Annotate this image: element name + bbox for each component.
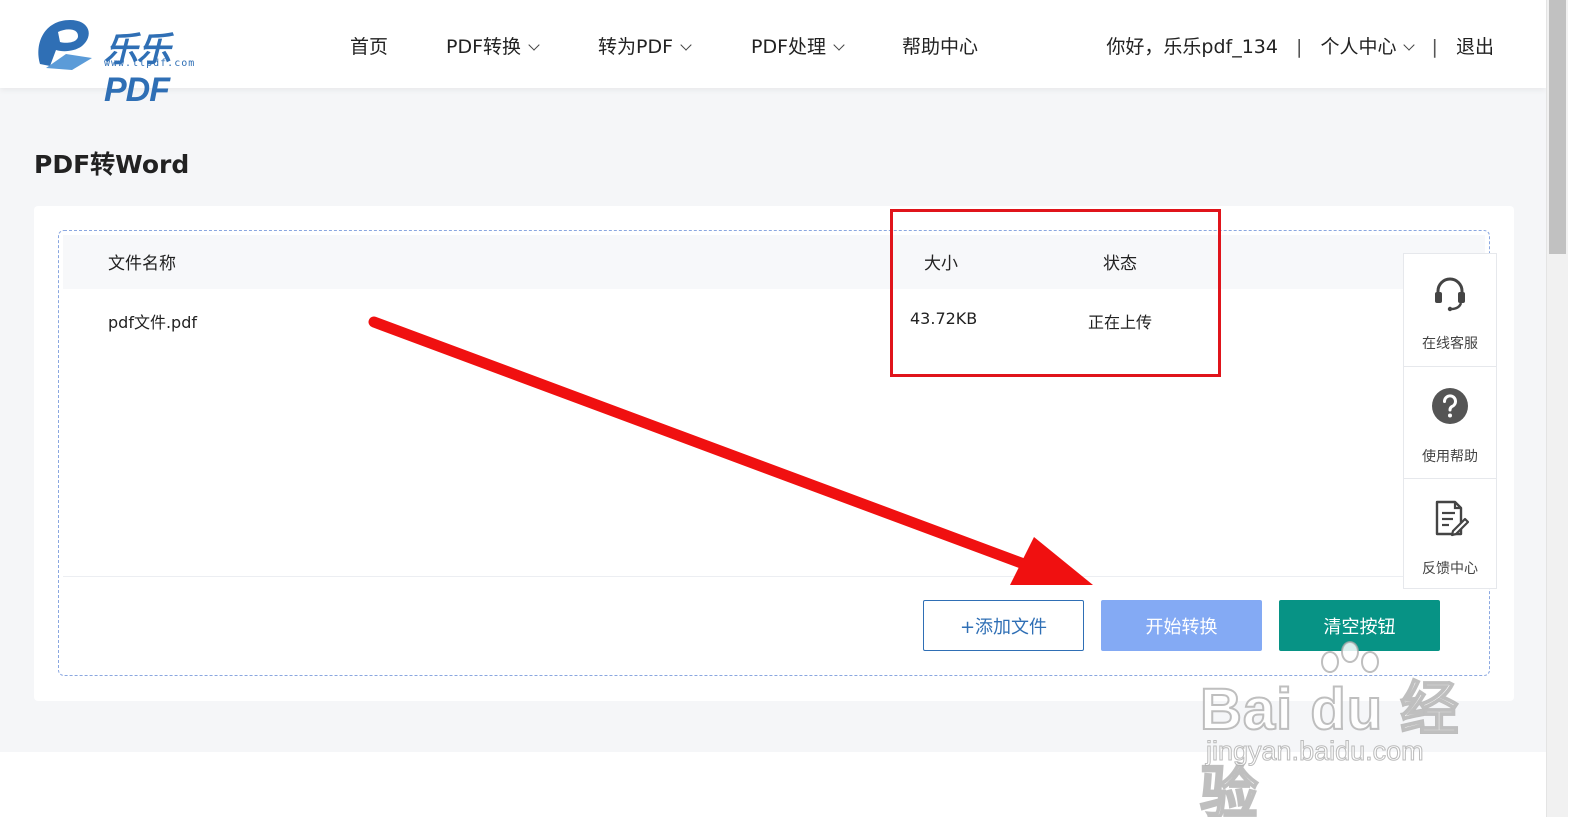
user-greeting[interactable]: 你好，乐乐pdf_134 [1106, 36, 1278, 58]
top-header: 乐乐PDF www.llpdf.com 首页 PDF转换 转为PDF PDF处理… [0, 0, 1546, 109]
online-service-label: 在线客服 [1422, 336, 1478, 352]
feedback-center-button[interactable]: 反馈中心 [1404, 478, 1496, 590]
nav-pdf-convert[interactable]: PDF转换 [446, 32, 540, 59]
usage-help-button[interactable]: 使用帮助 [1404, 366, 1496, 478]
separator: | [1431, 36, 1438, 58]
nav-help-center-label: 帮助中心 [902, 36, 979, 58]
nav-pdf-process-label: PDF处理 [751, 36, 827, 58]
highlight-box [890, 209, 1221, 377]
page-title: PDF转Word [34, 150, 190, 179]
separator: | [1296, 36, 1303, 58]
personal-center-label: 个人中心 [1320, 36, 1397, 58]
converter-card: 文件名称 大小 状态 pdf文件.pdf 43.72KB 正在上传 +添加文件 … [34, 206, 1514, 701]
logo-mark-icon [38, 20, 92, 70]
chevron-down-icon [680, 39, 692, 51]
logo[interactable]: 乐乐PDF www.llpdf.com [32, 14, 232, 109]
start-convert-button[interactable]: 开始转换 [1101, 600, 1262, 651]
scrollbar[interactable] [1546, 0, 1568, 817]
feedback-center-label: 反馈中心 [1422, 561, 1478, 577]
clear-button[interactable]: 清空按钮 [1279, 600, 1440, 651]
table-row: pdf文件.pdf 43.72KB 正在上传 [63, 289, 1485, 353]
feedback-edit-icon [1435, 500, 1469, 537]
online-service-button[interactable]: 在线客服 [1404, 254, 1496, 366]
headset-icon [1435, 277, 1465, 312]
nav-to-pdf-label: 转为PDF [598, 36, 674, 58]
divider [63, 576, 1485, 577]
drop-zone[interactable]: 文件名称 大小 状态 pdf文件.pdf 43.72KB 正在上传 +添加文件 … [58, 230, 1490, 676]
usage-help-label: 使用帮助 [1422, 449, 1478, 465]
nav-help-center[interactable]: 帮助中心 [902, 32, 978, 59]
chevron-down-icon [833, 39, 845, 51]
side-panel: 在线客服 使用帮助 反馈中心 [1403, 253, 1497, 589]
logout-link[interactable]: 退出 [1456, 36, 1494, 58]
chevron-down-icon [1403, 39, 1416, 51]
nav-pdf-process[interactable]: PDF处理 [751, 32, 845, 59]
nav-to-pdf[interactable]: 转为PDF [598, 32, 692, 59]
nav-pdf-convert-label: PDF转换 [446, 36, 522, 58]
user-area: 你好，乐乐pdf_134 | 个人中心 | 退出 [1106, 32, 1494, 59]
page-body: PDF转Word 文件名称 大小 状态 pdf文件.pdf 43.72KB 正在… [0, 88, 1546, 752]
table-header: 文件名称 大小 状态 [63, 235, 1485, 289]
file-name: pdf文件.pdf [108, 313, 197, 332]
add-file-button[interactable]: +添加文件 [923, 600, 1084, 651]
nav-home[interactable]: 首页 [350, 32, 388, 59]
chevron-down-icon [528, 39, 540, 51]
scrollbar-thumb[interactable] [1549, 0, 1566, 254]
nav-home-label: 首页 [350, 36, 389, 58]
column-header-name: 文件名称 [108, 254, 176, 274]
page-footer-area [0, 752, 1546, 817]
logo-url: www.llpdf.com [104, 58, 196, 69]
personal-center-menu[interactable]: 个人中心 [1320, 36, 1416, 58]
question-icon [1432, 388, 1468, 424]
